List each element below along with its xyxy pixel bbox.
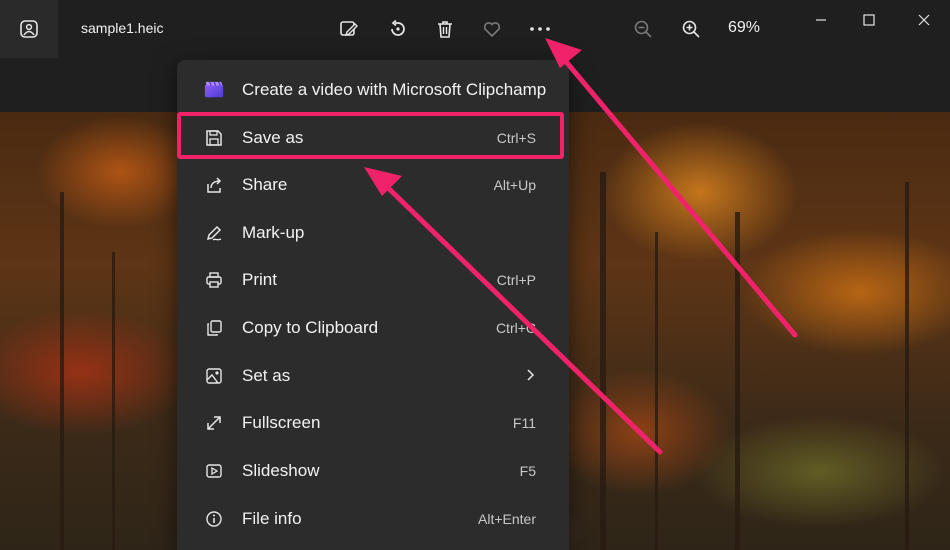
arrow-to-more-options [545, 38, 798, 338]
annotation-arrows [364, 38, 798, 455]
arrow-to-save-as [364, 167, 663, 455]
